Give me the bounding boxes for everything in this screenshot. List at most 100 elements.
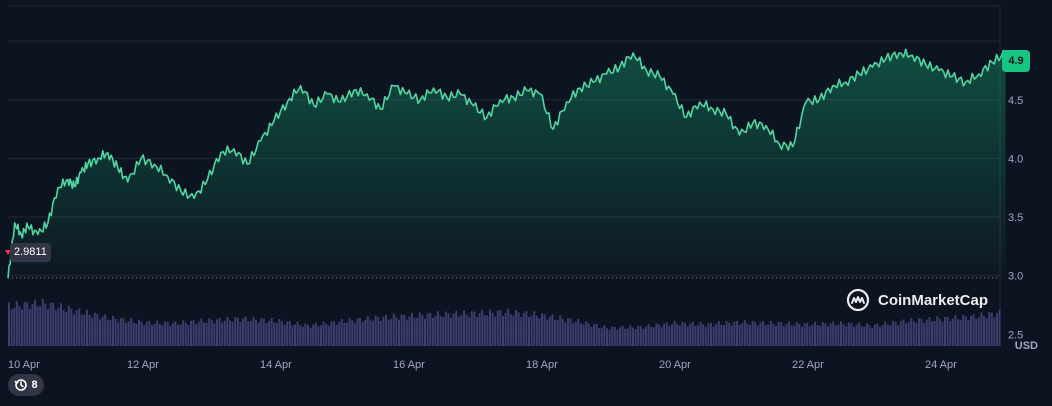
volume-bar: [216, 319, 218, 346]
x-tick-label: 20 Apr: [659, 359, 691, 371]
volume-bar: [166, 322, 169, 346]
volume-bar: [520, 317, 523, 346]
volume-bar: [694, 325, 697, 346]
volume-bar: [174, 321, 177, 346]
x-tick-label: 14 Apr: [260, 359, 292, 371]
volume-bar: [353, 323, 356, 346]
volume-bar: [213, 323, 216, 346]
volume-bar: [899, 321, 902, 346]
volume-bar: [494, 316, 497, 346]
volume-bar: [743, 320, 746, 346]
volume-bar: [613, 326, 616, 346]
volume-bar: [335, 324, 338, 346]
currency-unit-label: USD: [1014, 340, 1038, 352]
volume-bar: [208, 318, 211, 346]
volume-bar: [512, 315, 515, 346]
watermark-brand-text: CoinMarketCap: [878, 291, 989, 309]
volume-bar: [377, 316, 380, 346]
volume-bar: [366, 315, 369, 346]
volume-bar: [881, 324, 884, 346]
volume-bar: [268, 320, 270, 346]
volume-bar: [671, 324, 673, 346]
volume-bar: [236, 317, 239, 346]
volume-bar: [34, 299, 36, 346]
volume-bar: [270, 317, 273, 346]
volume-bar: [637, 325, 640, 346]
volume-bar: [260, 318, 263, 346]
volume-bar: [775, 325, 777, 346]
volume-bar: [598, 327, 601, 346]
volume-bar: [372, 320, 374, 346]
volume-bar: [736, 320, 738, 346]
volume-bar: [988, 312, 991, 346]
events-button[interactable]: 8: [8, 374, 44, 396]
volume-bar: [723, 325, 725, 346]
volume-bar: [265, 323, 268, 346]
volume-bar: [127, 321, 130, 346]
volume-bar: [850, 322, 853, 346]
volume-bar: [145, 321, 148, 346]
volume-bar: [262, 318, 265, 346]
volume-bar: [106, 319, 109, 346]
x-tick-label: 24 Apr: [925, 359, 957, 371]
volume-bar: [564, 322, 567, 346]
volume-bar: [980, 312, 983, 346]
volume-bar: [156, 320, 159, 346]
volume-bar: [88, 314, 91, 346]
volume-bar: [195, 324, 198, 346]
volume-bar: [418, 312, 421, 346]
volume-bar: [559, 315, 562, 346]
volume-bar: [148, 320, 151, 346]
volume-bar: [785, 323, 788, 346]
volume-bar: [572, 323, 575, 346]
volume-bar: [405, 319, 408, 346]
volume-bar: [910, 318, 913, 346]
volume-bar: [374, 315, 377, 346]
volume-bar: [161, 325, 164, 346]
volume-bar: [135, 323, 138, 346]
volume-bar: [728, 322, 731, 346]
volume-bar: [483, 315, 486, 346]
volume-bar: [616, 329, 619, 346]
volume-bar: [541, 313, 543, 346]
volume-bar: [853, 326, 855, 346]
volume-bar: [434, 315, 437, 346]
volume-bar: [655, 323, 658, 346]
volume-bar: [938, 318, 941, 346]
volume-bar: [75, 310, 78, 346]
volume-bar: [47, 309, 49, 346]
volume-bar: [455, 311, 458, 346]
volume-bar: [876, 323, 879, 346]
volume-bar: [730, 325, 733, 346]
volume-bar: [673, 321, 676, 346]
volume-bar: [486, 315, 489, 346]
volume-bar: [704, 326, 707, 346]
volume-bar: [733, 321, 736, 346]
volume-bar: [31, 304, 34, 346]
volume-bar: [977, 317, 980, 346]
price-chart[interactable]: 10 Apr 12 Apr 14 Apr 16 Apr 18 Apr 20 Apr 22 A…: [0, 0, 1052, 406]
volume-bar: [533, 311, 536, 346]
volume-bar: [281, 321, 283, 346]
volume-bar: [918, 318, 920, 346]
volume-bar: [780, 322, 783, 346]
volume-bar: [889, 325, 892, 346]
x-axis-ticks: 10 Apr 12 Apr 14 Apr 16 Apr 18 Apr 20 Apr 22 A…: [8, 359, 957, 371]
volume-bar: [478, 313, 481, 346]
volume-bar: [611, 326, 614, 346]
volume-bar: [273, 322, 276, 346]
volume-bar: [307, 324, 309, 346]
volume-bar: [790, 325, 793, 346]
volume-bar: [346, 322, 348, 346]
volume-bar: [210, 320, 213, 346]
volume-bar: [39, 306, 42, 346]
volume-bar: [465, 314, 468, 346]
volume-bar: [886, 324, 889, 346]
volume-bar: [777, 322, 780, 346]
volume-bar: [860, 326, 863, 346]
volume-bar: [140, 321, 143, 346]
volume-bar: [936, 316, 939, 346]
volume-bar: [132, 322, 135, 346]
volume-bar: [234, 317, 237, 346]
volume-bar: [720, 324, 723, 346]
